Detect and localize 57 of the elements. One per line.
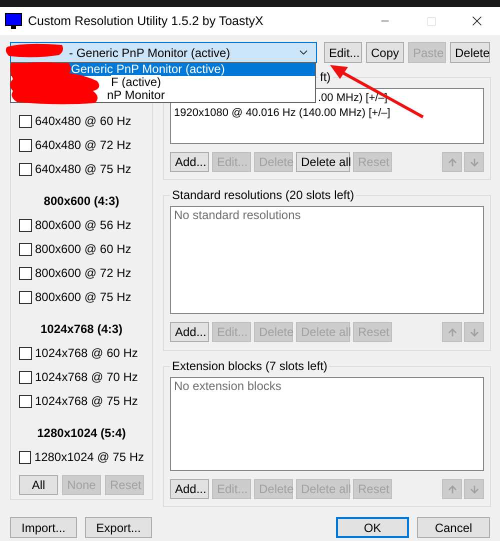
resolution-list[interactable]: No standard resolutions	[170, 206, 484, 314]
checkbox-label: 800x600 @ 75 Hz	[35, 289, 132, 306]
list-button[interactable]: Add...	[170, 479, 209, 499]
group-heading: 1280x1024 (5:4)	[36, 425, 127, 442]
checkbox-label: 1024x768 @ 60 Hz	[35, 345, 138, 362]
resolution-list[interactable]: No extension blocks	[170, 377, 484, 471]
checkbox[interactable]	[19, 162, 32, 176]
arrow-up-icon	[446, 484, 458, 494]
checkbox-label: 800x600 @ 60 Hz	[35, 241, 132, 258]
dialog-button[interactable]: Export...	[85, 517, 152, 538]
checkbox[interactable]	[19, 370, 32, 384]
dialog-button[interactable]: OK	[336, 517, 409, 538]
checkbox[interactable]	[19, 266, 32, 280]
checkbox[interactable]	[19, 346, 32, 360]
empty-list-text: No extension blocks	[174, 379, 282, 393]
arrow-up-icon	[446, 326, 458, 338]
checkbox[interactable]	[19, 218, 32, 232]
toolbar-button[interactable]: Delete	[450, 42, 490, 63]
list-button[interactable]: Add...	[170, 322, 209, 342]
checkbox[interactable]	[19, 290, 32, 304]
checkbox[interactable]	[19, 114, 32, 128]
checkbox-label: 640x480 @ 75 Hz	[35, 161, 132, 178]
dropdown-option[interactable]: F (active)	[111, 75, 162, 89]
list-button[interactable]: Add...	[170, 152, 209, 172]
arrow-down-icon	[468, 484, 480, 494]
dropdown-option[interactable]: nP Monitor	[107, 88, 165, 102]
empty-list-text: No standard resolutions	[174, 208, 302, 222]
group-title: Extension blocks (7 slots left)	[171, 359, 328, 373]
group-title: ft)	[319, 70, 332, 84]
group-heading: 800x600 (4:3)	[42, 193, 120, 210]
checkbox[interactable]	[19, 138, 32, 152]
monitor-icon	[5, 13, 22, 29]
select-button[interactable]: All	[19, 475, 58, 495]
checkbox[interactable]	[19, 242, 32, 256]
checkbox-label: 640x480 @ 60 Hz	[35, 113, 132, 130]
checkbox-label: 1024x768 @ 70 Hz	[35, 369, 138, 386]
toolbar-button[interactable]: Copy	[366, 42, 404, 63]
dropdown-option[interactable]: Generic PnP Monitor (active)	[69, 63, 315, 76]
list-button[interactable]: Delete all	[296, 152, 350, 172]
checkbox-label: 640x480 @ 72 Hz	[35, 137, 132, 154]
list-row[interactable]: 1920x1080 @ 40.016 Hz (140.00 MHz) [+/–]	[174, 107, 390, 119]
window-title: Custom Resolution Utility 1.5.2 by ToastyX	[28, 12, 264, 30]
checkbox-label: 1280x1024 @ 75 Hz	[34, 449, 144, 466]
toolbar-button[interactable]: Edit...	[324, 42, 362, 63]
dialog-button[interactable]: Import...	[10, 517, 77, 538]
arrow-down-icon	[468, 156, 480, 168]
maximize-icon	[426, 16, 436, 26]
dialog-button[interactable]: Cancel	[417, 517, 490, 538]
checkbox[interactable]	[19, 450, 32, 464]
arrow-up-icon	[446, 156, 458, 168]
arrow-down-icon	[468, 326, 480, 338]
checkbox-label: 1024x768 @ 75 Hz	[35, 393, 138, 410]
checkbox-label: 800x600 @ 56 Hz	[35, 217, 132, 234]
checkbox-label: 800x600 @ 72 Hz	[35, 265, 132, 282]
group-heading: 1024x768 (4:3)	[39, 321, 124, 338]
checkbox[interactable]	[19, 394, 32, 408]
group-title: Standard resolutions (20 slots left)	[171, 188, 356, 202]
